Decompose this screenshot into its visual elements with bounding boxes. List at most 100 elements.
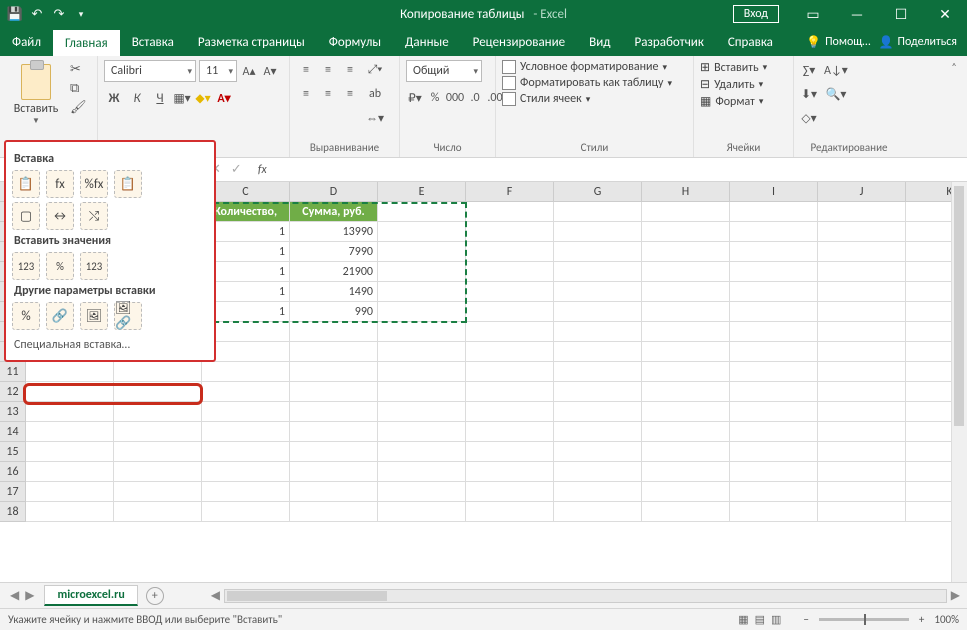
cell[interactable] <box>554 482 642 502</box>
paste-formatting-icon[interactable]: % <box>12 302 40 330</box>
cell[interactable] <box>730 362 818 382</box>
cell[interactable] <box>290 462 378 482</box>
minimize-icon[interactable]: — <box>835 0 879 28</box>
cell[interactable] <box>378 382 466 402</box>
cell[interactable] <box>730 222 818 242</box>
cell[interactable] <box>554 262 642 282</box>
conditional-formatting-button[interactable]: Условное форматирование▾ <box>502 60 687 74</box>
cell[interactable] <box>730 382 818 402</box>
cell[interactable] <box>818 342 906 362</box>
paste-keep-source-icon[interactable]: 📋 <box>114 170 142 198</box>
zoom-level[interactable]: 100% <box>934 613 959 626</box>
cell[interactable] <box>466 302 554 322</box>
cell[interactable] <box>378 282 466 302</box>
cell[interactable]: 13990 <box>290 222 378 242</box>
align-right-icon[interactable]: ≡ <box>340 84 360 104</box>
cell-styles-button[interactable]: Стили ячеек▾ <box>502 92 687 106</box>
cell[interactable] <box>466 462 554 482</box>
row-header[interactable]: 16 <box>0 462 26 482</box>
cell[interactable] <box>26 502 114 522</box>
cell[interactable] <box>26 482 114 502</box>
border-icon[interactable]: ▦▾ <box>173 88 191 108</box>
cell[interactable] <box>466 362 554 382</box>
cell[interactable] <box>26 442 114 462</box>
cell[interactable] <box>818 262 906 282</box>
cell[interactable] <box>554 422 642 442</box>
cell[interactable] <box>114 362 202 382</box>
tab-formulas[interactable]: Формулы <box>317 28 393 56</box>
cell[interactable] <box>818 242 906 262</box>
cell[interactable] <box>466 402 554 422</box>
cell[interactable] <box>642 322 730 342</box>
paste-all-icon[interactable]: 📋 <box>12 170 40 198</box>
cell[interactable] <box>290 382 378 402</box>
cell[interactable] <box>466 342 554 362</box>
column-header[interactable]: F <box>466 182 554 202</box>
delete-cells-button[interactable]: ⊟Удалить▾ <box>700 77 787 92</box>
column-header[interactable]: D <box>290 182 378 202</box>
cell[interactable] <box>378 442 466 462</box>
number-format-select[interactable]: Общий <box>406 60 482 82</box>
cell[interactable] <box>554 382 642 402</box>
cell[interactable] <box>202 422 290 442</box>
vscroll-thumb[interactable] <box>954 186 964 426</box>
underline-icon[interactable]: Ч <box>150 88 170 108</box>
cell[interactable] <box>554 342 642 362</box>
clear-icon[interactable]: ◇▾ <box>800 108 818 128</box>
cell[interactable] <box>378 222 466 242</box>
align-middle-icon[interactable]: ≡ <box>318 60 338 80</box>
cell[interactable] <box>466 202 554 222</box>
maximize-icon[interactable]: ☐ <box>879 0 923 28</box>
cell[interactable] <box>202 462 290 482</box>
orientation-icon[interactable]: ⤢▾ <box>366 60 384 80</box>
font-size-select[interactable]: 11 <box>199 60 237 82</box>
qat-dropdown-icon[interactable]: ▾ <box>74 7 88 21</box>
column-header[interactable]: H <box>642 182 730 202</box>
paste-picture-icon[interactable]: 🖼 <box>80 302 108 330</box>
tab-view[interactable]: Вид <box>577 28 622 56</box>
share-button[interactable]: 👤Поделиться <box>879 35 957 50</box>
cell[interactable] <box>114 402 202 422</box>
tab-file[interactable]: Файл <box>0 28 53 56</box>
cell[interactable] <box>378 322 466 342</box>
cell[interactable] <box>730 242 818 262</box>
cell[interactable] <box>818 202 906 222</box>
paste-transpose-icon[interactable]: ⤭ <box>80 202 108 230</box>
cell[interactable] <box>202 442 290 462</box>
align-bottom-icon[interactable]: ≡ <box>340 60 360 80</box>
cell[interactable] <box>730 262 818 282</box>
copy-icon[interactable]: ⧉ <box>70 81 87 96</box>
cell[interactable] <box>642 482 730 502</box>
percent-icon[interactable]: % <box>426 88 444 108</box>
cell[interactable] <box>642 262 730 282</box>
cell[interactable] <box>554 302 642 322</box>
cell[interactable] <box>466 422 554 442</box>
cell[interactable] <box>290 342 378 362</box>
cell[interactable]: 21900 <box>290 262 378 282</box>
sheet-nav-prev-icon[interactable]: ◀ <box>10 588 19 603</box>
cell[interactable] <box>818 442 906 462</box>
cell[interactable] <box>818 502 906 522</box>
paste-formulas-icon[interactable]: fx <box>46 170 74 198</box>
sheet-nav-next-icon[interactable]: ▶ <box>25 588 34 603</box>
cell[interactable] <box>642 422 730 442</box>
cell[interactable] <box>554 442 642 462</box>
cell[interactable] <box>730 422 818 442</box>
new-sheet-button[interactable]: + <box>146 587 164 605</box>
zoom-slider[interactable] <box>819 618 909 621</box>
cell[interactable] <box>642 502 730 522</box>
ribbon-display-icon[interactable]: ▭ <box>791 0 835 28</box>
cell[interactable] <box>466 482 554 502</box>
cell[interactable] <box>378 362 466 382</box>
tab-developer[interactable]: Разработчик <box>622 28 715 56</box>
cell[interactable] <box>818 402 906 422</box>
cell[interactable] <box>554 242 642 262</box>
cell[interactable] <box>378 242 466 262</box>
save-icon[interactable]: 💾 <box>8 7 22 21</box>
cell[interactable] <box>642 462 730 482</box>
cell[interactable]: 990 <box>290 302 378 322</box>
cell[interactable] <box>642 402 730 422</box>
cell[interactable] <box>730 282 818 302</box>
tab-insert[interactable]: Вставка <box>120 28 186 56</box>
increase-font-icon[interactable]: A▴ <box>240 61 258 81</box>
